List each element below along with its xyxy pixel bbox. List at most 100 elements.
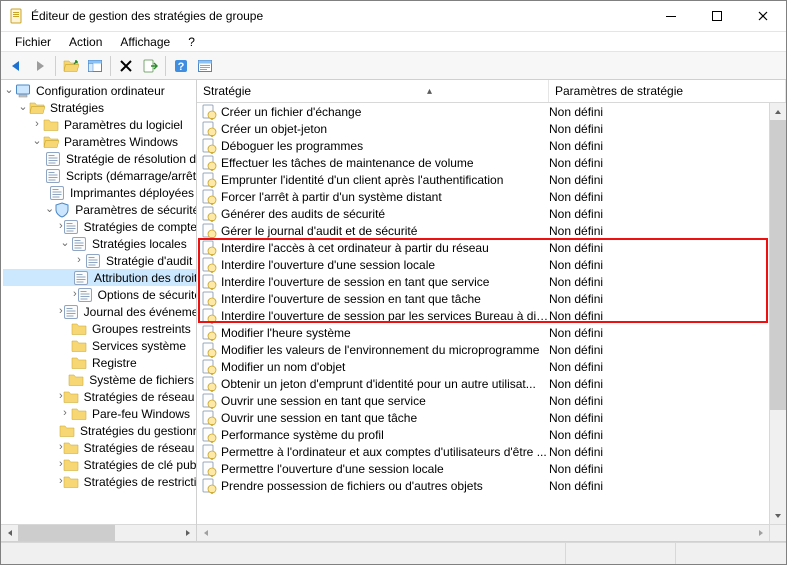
tree-item[interactable]: ⌄Stratégies xyxy=(3,99,196,116)
list-row[interactable]: Créer un objet-jetonNon défini xyxy=(197,120,769,137)
tree-item[interactable]: Stratégies du gestionnaire xyxy=(3,422,196,439)
tree-item[interactable]: › Paramètres du logiciel xyxy=(3,116,196,133)
folder-icon xyxy=(71,355,87,371)
column-setting[interactable]: Paramètres de stratégie xyxy=(549,80,786,102)
scroll-left-button[interactable] xyxy=(1,525,18,541)
list-row[interactable]: Ouvrir une session en tant que serviceNo… xyxy=(197,392,769,409)
expand-icon[interactable]: › xyxy=(31,119,43,130)
scroll-thumb[interactable] xyxy=(770,120,786,410)
menu-file[interactable]: Fichier xyxy=(7,33,59,51)
tree-item[interactable]: Système de fichiers xyxy=(3,371,196,388)
tree-item[interactable]: Registre xyxy=(3,354,196,371)
collapse-icon[interactable]: ⌄ xyxy=(31,136,43,147)
tree-item[interactable]: ⌄ Configuration ordinateur xyxy=(3,82,196,99)
scroll-track[interactable] xyxy=(770,120,786,507)
list-row[interactable]: Ouvrir une session en tant que tâcheNon … xyxy=(197,409,769,426)
list-row[interactable]: Permettre à l'ordinateur et aux comptes … xyxy=(197,443,769,460)
scroll-down-button[interactable] xyxy=(770,507,786,524)
tree-item[interactable]: ›Stratégie d'audit xyxy=(3,252,196,269)
toolbar-separator xyxy=(110,56,111,76)
close-button[interactable] xyxy=(740,1,786,31)
scroll-track[interactable] xyxy=(214,525,752,541)
menu-help[interactable]: ? xyxy=(180,33,203,51)
list-row[interactable]: Générer des audits de sécuritéNon défini xyxy=(197,205,769,222)
list-body[interactable]: Créer un fichier d'échangeNon définiCrée… xyxy=(197,103,769,524)
security-icon xyxy=(54,202,70,218)
list-row[interactable]: Obtenir un jeton d'emprunt d'identité po… xyxy=(197,375,769,392)
tree-item[interactable]: ›Journal des événements xyxy=(3,303,196,320)
tree-item[interactable]: ⌄Paramètres de sécurité xyxy=(3,201,196,218)
tree-horizontal-scrollbar[interactable] xyxy=(1,524,196,541)
scroll-thumb[interactable] xyxy=(18,525,115,541)
minimize-button[interactable] xyxy=(648,1,694,31)
list-row[interactable]: Performance système du profilNon défini xyxy=(197,426,769,443)
scroll-icon xyxy=(49,185,65,201)
list-row[interactable]: Déboguer les programmesNon défini xyxy=(197,137,769,154)
scroll-left-button[interactable] xyxy=(197,525,214,541)
list-row[interactable]: Prendre possession de fichiers ou d'autr… xyxy=(197,477,769,494)
list-row[interactable]: Modifier les valeurs de l'environnement … xyxy=(197,341,769,358)
scroll-right-button[interactable] xyxy=(179,525,196,541)
collapse-icon[interactable]: ⌄ xyxy=(3,85,15,96)
folder-icon xyxy=(71,338,87,354)
tree-item[interactable]: Groupes restreints xyxy=(3,320,196,337)
list-row[interactable]: Emprunter l'identité d'un client après l… xyxy=(197,171,769,188)
list-row[interactable]: Interdire l'ouverture de session en tant… xyxy=(197,273,769,290)
maximize-button[interactable] xyxy=(694,1,740,31)
tree-item[interactable]: ⌄Paramètres Windows xyxy=(3,133,196,150)
list-row[interactable]: Interdire l'ouverture de session par les… xyxy=(197,307,769,324)
list-row[interactable]: Gérer le journal d'audit et de sécuritéN… xyxy=(197,222,769,239)
list-row[interactable]: Interdire l'ouverture d'une session loca… xyxy=(197,256,769,273)
tree-item[interactable]: ›Stratégies de clé publique xyxy=(3,456,196,473)
tree-item[interactable]: Attribution des droits utilisateur xyxy=(3,269,196,286)
up-button[interactable] xyxy=(60,55,82,77)
policy-icon xyxy=(201,410,217,426)
tree-item[interactable]: ›Stratégies de restriction logicielle xyxy=(3,473,196,490)
tree-item[interactable]: ›Stratégies de réseau sans fil xyxy=(3,439,196,456)
collapse-icon[interactable]: ⌄ xyxy=(45,204,54,215)
column-policy[interactable]: Stratégie xyxy=(197,80,549,102)
folder-icon xyxy=(63,474,79,490)
scroll-track[interactable] xyxy=(18,525,179,541)
tree-item[interactable]: ›Stratégies de réseau filaire xyxy=(3,388,196,405)
list-row[interactable]: Créer un fichier d'échangeNon défini xyxy=(197,103,769,120)
list-row[interactable]: Forcer l'arrêt à partir d'un système dis… xyxy=(197,188,769,205)
list-horizontal-scrollbar[interactable] xyxy=(197,524,769,541)
tree-item[interactable]: Services système xyxy=(3,337,196,354)
policy-name: Créer un fichier d'échange xyxy=(221,105,549,119)
collapse-icon[interactable]: ⌄ xyxy=(59,238,71,249)
expand-icon[interactable]: › xyxy=(59,408,71,419)
tree-item[interactable]: ›Options de sécurité xyxy=(3,286,196,303)
tree-item[interactable]: Scripts (démarrage/arrêt) xyxy=(3,167,196,184)
scroll-up-button[interactable] xyxy=(770,103,786,120)
tree-item[interactable]: ›Stratégies de comptes xyxy=(3,218,196,235)
list-row[interactable]: Effectuer les tâches de maintenance de v… xyxy=(197,154,769,171)
back-button[interactable] xyxy=(5,55,27,77)
list-row[interactable]: Interdire l'accès à cet ordinateur à par… xyxy=(197,239,769,256)
scroll-right-button[interactable] xyxy=(752,525,769,541)
list-row[interactable]: Modifier un nom d'objetNon défini xyxy=(197,358,769,375)
menu-action[interactable]: Action xyxy=(61,33,110,51)
list-row[interactable]: Modifier l'heure systèmeNon défini xyxy=(197,324,769,341)
delete-button[interactable] xyxy=(115,55,137,77)
list-row[interactable]: Permettre l'ouverture d'une session loca… xyxy=(197,460,769,477)
forward-button[interactable] xyxy=(29,55,51,77)
tree-item[interactable]: ›Pare-feu Windows xyxy=(3,405,196,422)
properties-button[interactable] xyxy=(194,55,216,77)
collapse-icon[interactable]: ⌄ xyxy=(17,102,29,113)
export-button[interactable] xyxy=(139,55,161,77)
tree-item[interactable]: Stratégie de résolution de noms xyxy=(3,150,196,167)
policy-name: Performance système du profil xyxy=(221,428,549,442)
tree-item[interactable]: ⌄Stratégies locales xyxy=(3,235,196,252)
list-row[interactable]: Interdire l'ouverture de session en tant… xyxy=(197,290,769,307)
tree[interactable]: ⌄Configuration ordinateur⌄Stratégies›Par… xyxy=(1,80,196,524)
list-vertical-scrollbar[interactable] xyxy=(769,103,786,524)
menu-view[interactable]: Affichage xyxy=(112,33,178,51)
tree-item-label: Paramètres du logiciel xyxy=(62,118,185,132)
policy-icon xyxy=(201,274,217,290)
expand-icon[interactable]: › xyxy=(73,255,85,266)
help-button[interactable]: ? xyxy=(170,55,192,77)
show-hide-tree-button[interactable] xyxy=(84,55,106,77)
tree-item[interactable]: Imprimantes déployées xyxy=(3,184,196,201)
tree-item-label: Configuration ordinateur xyxy=(34,84,167,98)
